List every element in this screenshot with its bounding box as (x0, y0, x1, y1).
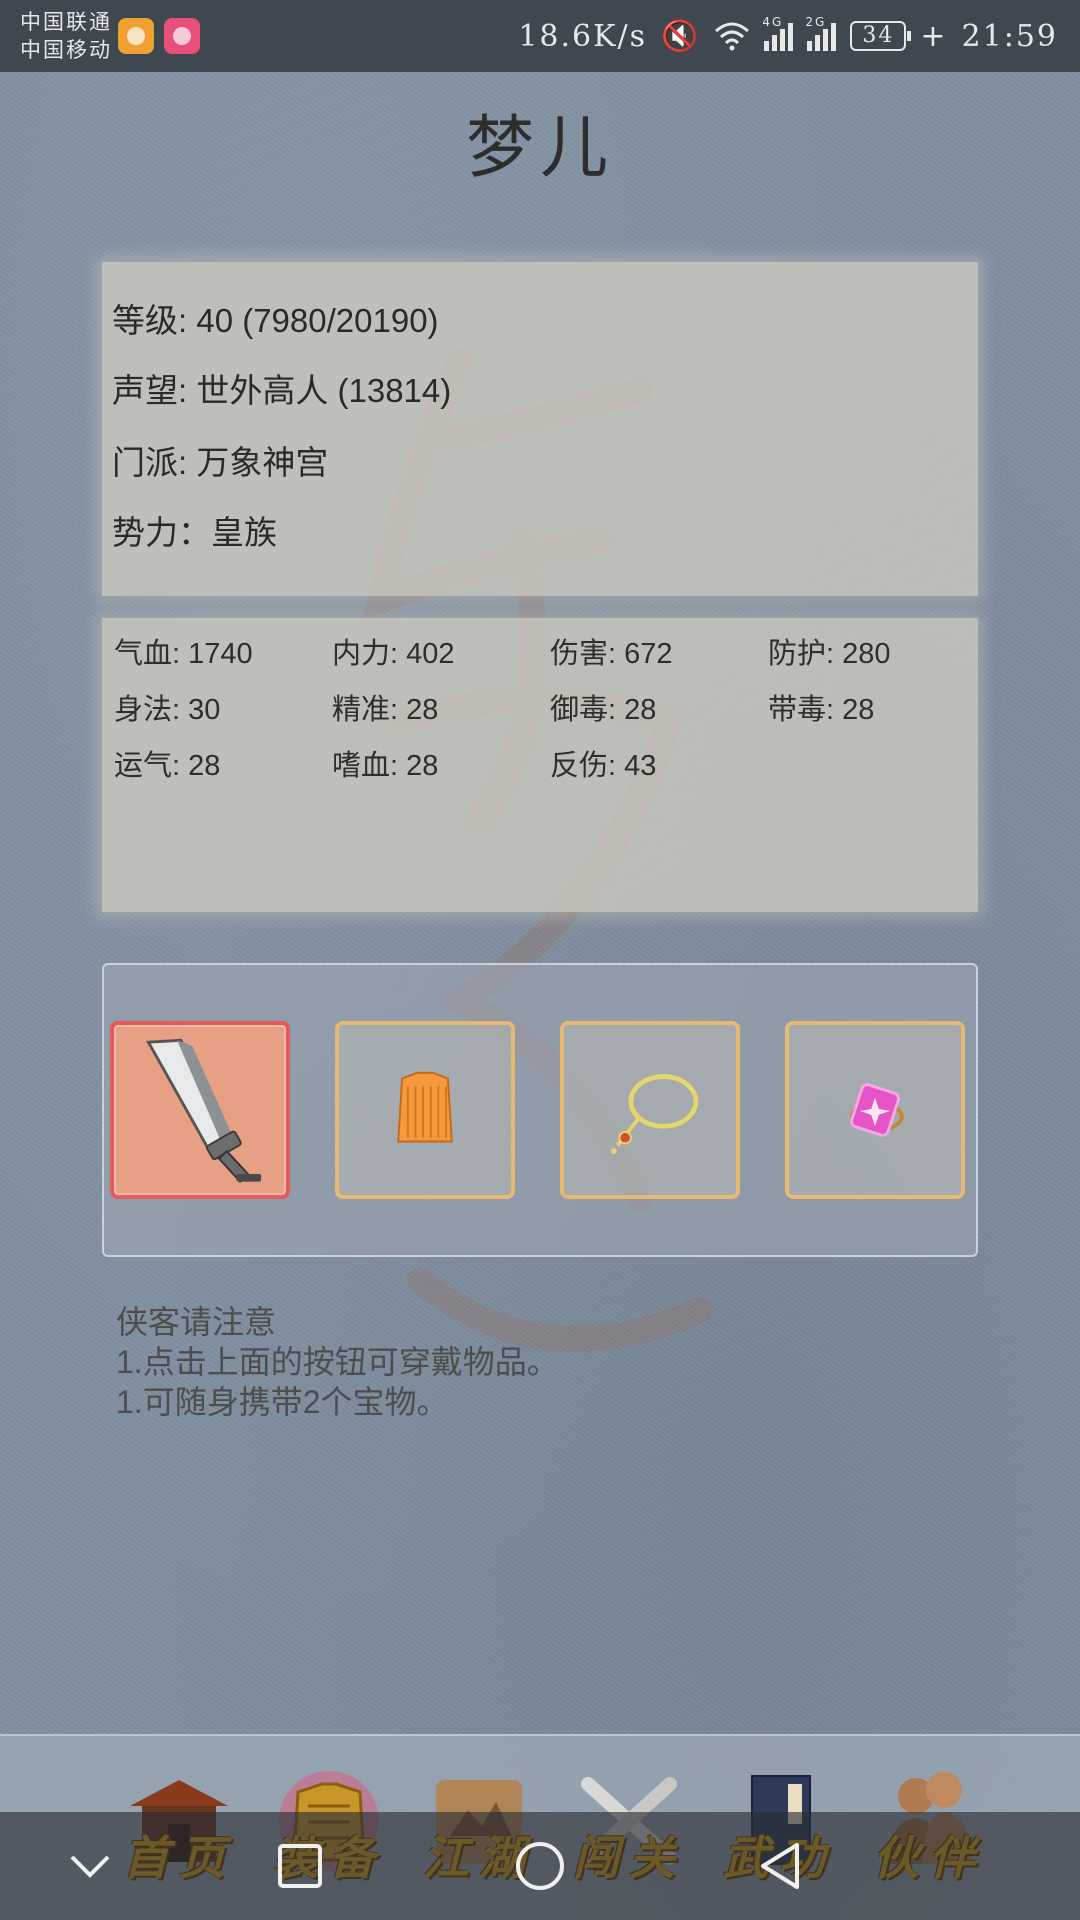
system-navigation-bar (0, 1812, 1080, 1920)
carrier-2: 中国移动 (20, 38, 112, 62)
character-info-panel: 等级: 40 (7980/20190) 声望: 世外高人 (13814) 门派:… (102, 262, 978, 596)
back-button[interactable] (720, 1812, 840, 1920)
battery-icon: 34 (850, 21, 912, 51)
page-title: 梦儿 (465, 109, 614, 188)
carrier-1: 中国联通 (20, 10, 112, 34)
tips-block: 侠客请注意 1.点击上面的按钮可穿戴物品。 1.可随身携带2个宝物。 (116, 1302, 559, 1422)
level-text: 等级: 40 (7980/20190) (112, 302, 439, 339)
circle-icon (516, 1842, 564, 1890)
home-button[interactable] (480, 1812, 600, 1920)
stat-lifesteal: 嗜血: 28 (332, 750, 439, 782)
stat-damage: 伤害: 672 (550, 638, 673, 670)
chevron-down-icon (70, 1855, 110, 1878)
tips-heading: 侠客请注意 (116, 1304, 277, 1340)
stat-hp: 气血: 1740 (114, 638, 253, 670)
charging-icon: + (920, 18, 948, 54)
status-right: 18.6K/s 🔇 4G 2G 34 + 21:59 (518, 14, 1058, 58)
stat-luck: 运气: 28 (114, 750, 221, 782)
equipment-panel (102, 963, 978, 1257)
recent-apps-button[interactable] (240, 1812, 360, 1920)
wifi-icon (715, 22, 750, 51)
notification-app-icon (118, 18, 154, 54)
stat-inner-power: 内力: 402 (332, 638, 455, 670)
notification-video-icon (164, 18, 200, 54)
faction-text: 势力：皇族 (112, 514, 277, 551)
collapse-nav-button[interactable] (30, 1812, 150, 1920)
signal-2g-label: 2G (805, 15, 827, 29)
necklace-icon (610, 1074, 699, 1154)
equip-slot-treasure[interactable] (785, 1021, 965, 1199)
stat-poison: 带毒: 28 (768, 694, 875, 726)
signal-4g-icon: 4G (762, 15, 794, 51)
signal-4g-label: 4G (762, 15, 784, 29)
attributes-grid: 气血: 1740 内力: 402 伤害: 672 防护: 280 身法: 30 … (114, 626, 968, 794)
equip-slot-necklace[interactable] (560, 1021, 740, 1199)
tips-line-2: 1.可随身携带2个宝物。 (116, 1384, 449, 1420)
tips-line-1: 1.点击上面的按钮可穿戴物品。 (116, 1344, 559, 1380)
equip-slot-armor[interactable] (335, 1021, 515, 1199)
stat-agility: 身法: 30 (114, 694, 221, 726)
reputation-text: 声望: 世外高人 (13814) (112, 372, 452, 409)
back-triangle-icon (761, 1843, 799, 1889)
stat-reflect: 反伤: 43 (550, 750, 657, 782)
net-speed: 18.6K/s (518, 18, 648, 54)
sect-text: 门派: 万象神宫 (112, 444, 329, 481)
gem-ring-icon (850, 1083, 904, 1137)
equip-slot-weapon[interactable] (110, 1021, 290, 1199)
attributes-panel: 气血: 1740 内力: 402 伤害: 672 防护: 280 身法: 30 … (102, 618, 978, 912)
stat-poison-resist: 御毒: 28 (550, 694, 657, 726)
stat-accuracy: 精准: 28 (332, 694, 439, 726)
carrier-info: 中国联通 中国移动 (20, 8, 112, 64)
square-icon (278, 1844, 322, 1888)
armor-icon (397, 1071, 453, 1143)
clock: 21:59 (961, 18, 1058, 54)
signal-2g-icon: 2G (805, 15, 837, 51)
sword-icon (146, 1038, 262, 1183)
stat-defense: 防护: 280 (768, 638, 891, 670)
status-bar: 中国联通 中国移动 18.6K/s 🔇 4G 2G 34 + 21:59 (0, 0, 1080, 72)
mute-icon: 🔇 (661, 18, 701, 54)
